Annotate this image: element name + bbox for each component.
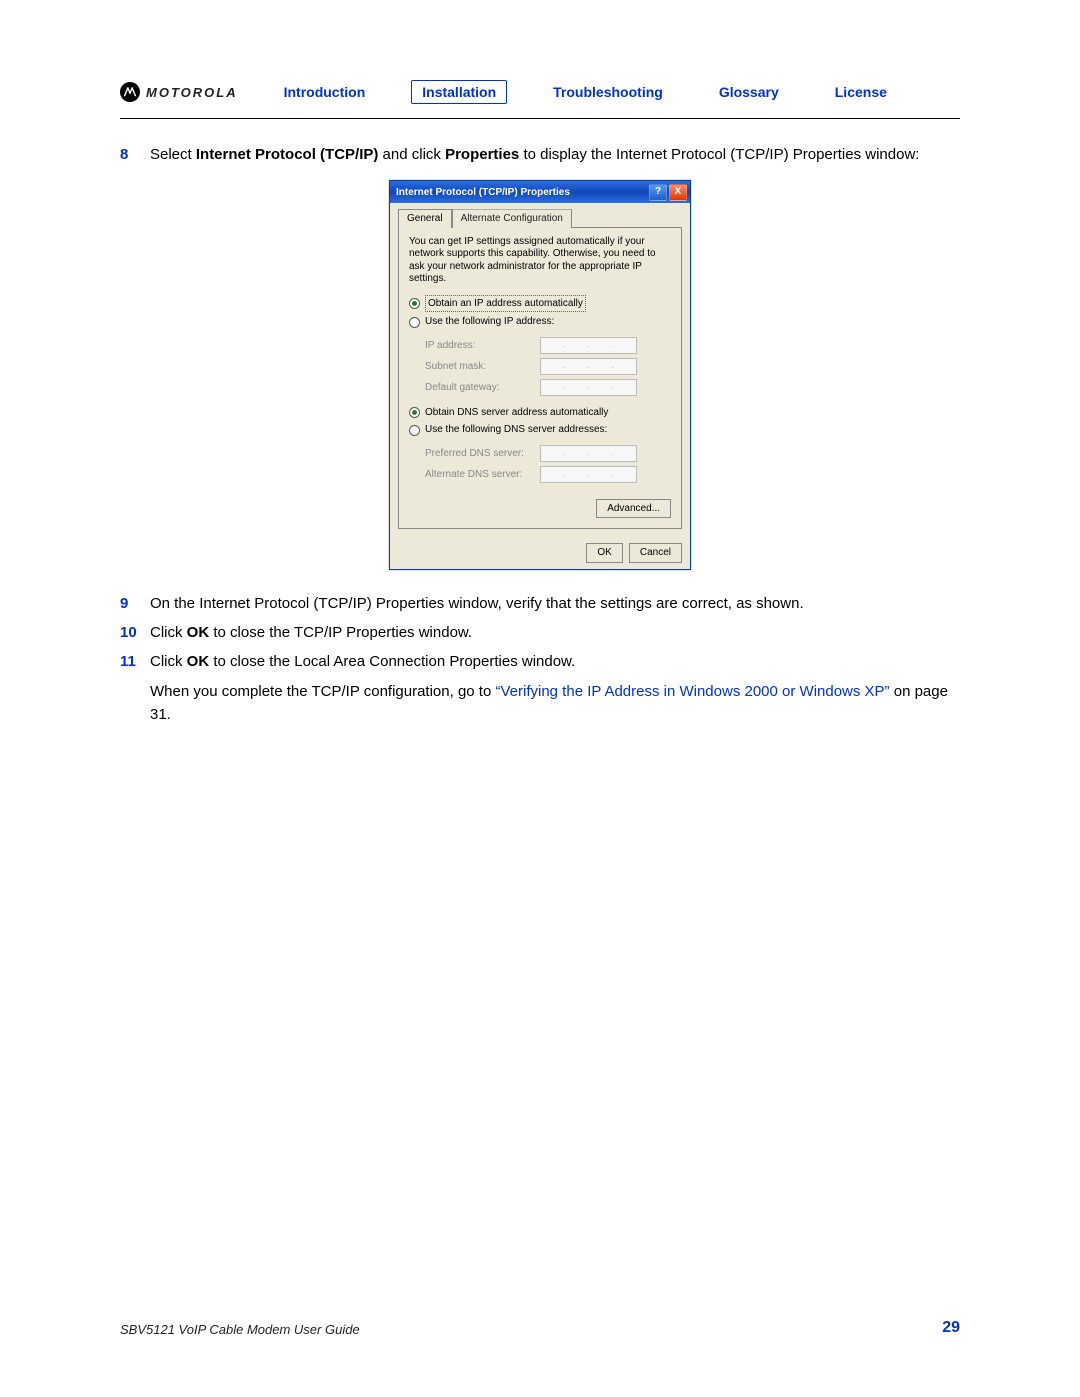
input-subnet-mask: ...	[540, 358, 637, 375]
text: When you complete the TCP/IP configurati…	[150, 683, 495, 700]
text: to close the TCP/IP Properties window.	[209, 624, 472, 641]
dialog-tabs: General Alternate Configuration	[398, 209, 682, 228]
ip-fields-group: IP address: ... Subnet mask: ... Default…	[425, 335, 671, 398]
dialog-info-text: You can get IP settings assigned automat…	[409, 236, 671, 286]
label-ip-address: IP address:	[425, 338, 540, 354]
step-9: 9 On the Internet Protocol (TCP/IP) Prop…	[120, 592, 960, 615]
dialog-figure: Internet Protocol (TCP/IP) Properties ? …	[120, 180, 960, 570]
step-body: Click OK to close the TCP/IP Properties …	[150, 621, 960, 644]
text: and click	[378, 146, 445, 163]
ok-button[interactable]: OK	[586, 543, 622, 563]
radio-icon	[409, 317, 420, 328]
motorola-batwing-icon	[120, 82, 140, 102]
text: Click	[150, 653, 187, 670]
nav-license[interactable]: License	[825, 81, 897, 103]
step-body: On the Internet Protocol (TCP/IP) Proper…	[150, 592, 960, 615]
radio-obtain-dns-auto[interactable]: Obtain DNS server address automatically	[409, 404, 671, 422]
page-content: 8 Select Internet Protocol (TCP/IP) and …	[120, 143, 960, 726]
input-preferred-dns: ...	[540, 445, 637, 462]
cross-reference-link[interactable]: “Verifying the IP Address in Windows 200…	[495, 683, 889, 700]
bold-text: OK	[187, 624, 210, 641]
close-button[interactable]: X	[669, 184, 687, 201]
radio-icon	[409, 407, 420, 418]
input-ip-address: ...	[540, 337, 637, 354]
label-preferred-dns: Preferred DNS server:	[425, 446, 540, 462]
tab-alternate-configuration[interactable]: Alternate Configuration	[452, 209, 572, 228]
label-alternate-dns: Alternate DNS server:	[425, 467, 540, 483]
page-footer: SBV5121 VoIP Cable Modem User Guide 29	[120, 1319, 960, 1337]
nav-glossary[interactable]: Glossary	[709, 81, 789, 103]
step-number: 11	[120, 650, 150, 673]
step-10: 10 Click OK to close the TCP/IP Properti…	[120, 621, 960, 644]
page-header: MOTOROLA Introduction Installation Troub…	[120, 80, 960, 118]
bold-text: OK	[187, 653, 210, 670]
input-default-gateway: ...	[540, 379, 637, 396]
step-body: Select Internet Protocol (TCP/IP) and cl…	[150, 143, 960, 166]
step-number: 9	[120, 592, 150, 615]
dns-fields-group: Preferred DNS server: ... Alternate DNS …	[425, 443, 671, 485]
radio-label: Obtain an IP address automatically	[425, 295, 586, 313]
radio-use-following-dns[interactable]: Use the following DNS server addresses:	[409, 421, 671, 439]
text: to display the Internet Protocol (TCP/IP…	[519, 146, 919, 163]
text: Select	[150, 146, 196, 163]
tab-general[interactable]: General	[398, 209, 452, 228]
input-alternate-dns: ...	[540, 466, 637, 483]
step-number: 8	[120, 143, 150, 166]
step-body: When you complete the TCP/IP configurati…	[150, 680, 960, 727]
nav-troubleshooting[interactable]: Troubleshooting	[543, 81, 673, 103]
dialog-titlebar: Internet Protocol (TCP/IP) Properties ? …	[390, 181, 690, 203]
header-rule	[120, 118, 960, 119]
footer-doc-title: SBV5121 VoIP Cable Modem User Guide	[120, 1322, 360, 1337]
text: Click	[150, 624, 187, 641]
dialog-title: Internet Protocol (TCP/IP) Properties	[396, 185, 570, 201]
radio-label: Use the following IP address:	[425, 314, 554, 330]
bold-text: Properties	[445, 146, 519, 163]
text: to close the Local Area Connection Prope…	[209, 653, 575, 670]
step-8: 8 Select Internet Protocol (TCP/IP) and …	[120, 143, 960, 166]
radio-icon	[409, 425, 420, 436]
radio-label: Obtain DNS server address automatically	[425, 405, 608, 421]
brand-name: MOTOROLA	[146, 85, 238, 100]
radio-icon	[409, 298, 420, 309]
label-subnet-mask: Subnet mask:	[425, 359, 540, 375]
cancel-button[interactable]: Cancel	[629, 543, 682, 563]
dialog-footer: OK Cancel	[390, 537, 690, 569]
step-11: 11 Click OK to close the Local Area Conn…	[120, 650, 960, 673]
radio-use-following-ip[interactable]: Use the following IP address:	[409, 313, 671, 331]
radio-obtain-ip-auto[interactable]: Obtain an IP address automatically	[409, 294, 671, 314]
bold-text: Internet Protocol (TCP/IP)	[196, 146, 379, 163]
tab-panel-general: You can get IP settings assigned automat…	[398, 227, 682, 530]
step-body: Click OK to close the Local Area Connect…	[150, 650, 960, 673]
closing-paragraph: When you complete the TCP/IP configurati…	[120, 680, 960, 727]
brand-logo: MOTOROLA	[120, 82, 238, 102]
nav-installation[interactable]: Installation	[411, 80, 507, 104]
step-number: 10	[120, 621, 150, 644]
tcpip-properties-dialog: Internet Protocol (TCP/IP) Properties ? …	[389, 180, 691, 570]
advanced-button[interactable]: Advanced...	[596, 499, 671, 519]
label-default-gateway: Default gateway:	[425, 380, 540, 396]
nav-introduction[interactable]: Introduction	[274, 81, 376, 103]
footer-page-number: 29	[942, 1319, 960, 1337]
help-button[interactable]: ?	[649, 184, 667, 201]
radio-label: Use the following DNS server addresses:	[425, 422, 607, 438]
